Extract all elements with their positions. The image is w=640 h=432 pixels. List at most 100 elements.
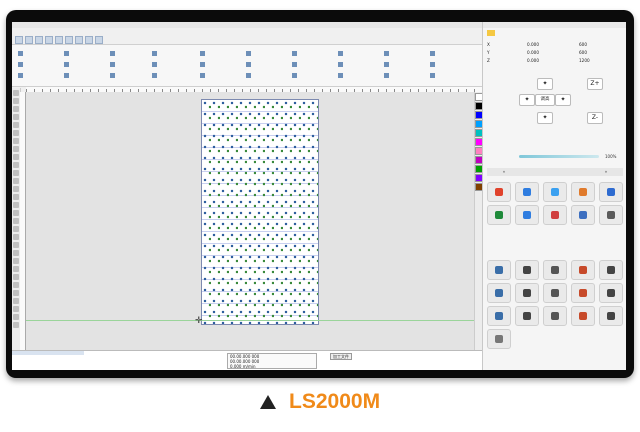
work-sheet-pattern[interactable] — [201, 99, 319, 325]
ribbon-tool-20[interactable] — [292, 62, 297, 67]
machine-button-6[interactable] — [487, 283, 511, 303]
machine-button-11[interactable] — [487, 306, 511, 326]
ribbon-tool-25[interactable] — [384, 51, 389, 56]
process-file-button[interactable]: 加工文件 — [330, 353, 352, 360]
tool-icon[interactable] — [13, 138, 19, 144]
ribbon-tool-12[interactable] — [152, 73, 157, 78]
zoom-icon[interactable] — [85, 35, 93, 44]
tool-icon[interactable] — [13, 242, 19, 248]
action-button-3[interactable] — [543, 182, 567, 202]
machine-button-13[interactable] — [543, 306, 567, 326]
tool-icon[interactable] — [13, 322, 19, 328]
tool-icon[interactable] — [13, 130, 19, 136]
jog-center-button[interactable]: 调高 — [535, 94, 555, 106]
jog-up-button[interactable]: ✦ — [537, 78, 553, 90]
tool-icon[interactable] — [13, 314, 19, 320]
ribbon-tool-6[interactable] — [64, 73, 69, 78]
tool-icon[interactable] — [13, 266, 19, 272]
tool-icon[interactable] — [13, 258, 19, 264]
tool-icon[interactable] — [13, 202, 19, 208]
tool-icon[interactable] — [13, 306, 19, 312]
jog-right-button[interactable]: ✦ — [555, 94, 571, 106]
machine-button-1[interactable] — [487, 260, 511, 280]
ribbon-tool-23[interactable] — [338, 62, 343, 67]
sub-tab-1[interactable] — [521, 168, 555, 176]
action-button-10[interactable] — [599, 205, 623, 225]
ribbon-tool-13[interactable] — [200, 51, 205, 56]
ribbon-tool-3[interactable] — [18, 73, 23, 78]
ribbon-tool-26[interactable] — [384, 62, 389, 67]
machine-button-2[interactable] — [515, 260, 539, 280]
tool-icon[interactable] — [13, 178, 19, 184]
tool-icon[interactable] — [13, 210, 19, 216]
machine-button-4[interactable] — [571, 260, 595, 280]
action-button-9[interactable] — [571, 205, 595, 225]
menu-bar[interactable] — [12, 28, 482, 35]
drawing-canvas[interactable]: ✛ — [26, 92, 474, 350]
tool-icon[interactable] — [13, 290, 19, 296]
tool-icon[interactable] — [13, 298, 19, 304]
panel-tabs[interactable] — [487, 30, 623, 36]
tool-icon[interactable] — [13, 170, 19, 176]
tool-icon[interactable] — [13, 154, 19, 160]
ribbon-tool-27[interactable] — [384, 73, 389, 78]
machine-button-14[interactable] — [571, 306, 595, 326]
machine-button-16[interactable] — [487, 329, 511, 349]
ribbon-tool-11[interactable] — [152, 62, 157, 67]
ribbon-tool-1[interactable] — [18, 51, 23, 56]
speed-slider[interactable] — [519, 155, 599, 158]
tool-icon[interactable] — [13, 234, 19, 240]
ribbon-tool-2[interactable] — [18, 62, 23, 67]
tool-icon[interactable] — [13, 282, 19, 288]
action-button-1[interactable] — [487, 182, 511, 202]
ribbon-tool-5[interactable] — [64, 62, 69, 67]
machine-button-10[interactable] — [599, 283, 623, 303]
tool-icon[interactable] — [13, 114, 19, 120]
machine-button-8[interactable] — [543, 283, 567, 303]
ribbon-tool-24[interactable] — [338, 73, 343, 78]
sub-tab-2[interactable] — [555, 168, 589, 176]
action-button-2[interactable] — [515, 182, 539, 202]
import-icon[interactable] — [45, 35, 53, 44]
ribbon-tool-7[interactable] — [110, 51, 115, 56]
jog-left-button[interactable]: ✦ — [519, 94, 535, 106]
machine-button-15[interactable] — [599, 306, 623, 326]
action-button-5[interactable] — [599, 182, 623, 202]
sub-tabs[interactable]: « » — [487, 168, 623, 176]
ribbon-tool-17[interactable] — [246, 62, 251, 67]
machine-button-7[interactable] — [515, 283, 539, 303]
tool-icon[interactable] — [13, 194, 19, 200]
log-tab[interactable] — [12, 351, 84, 355]
sub-tab-prev[interactable]: « — [487, 168, 521, 176]
machine-button-12[interactable] — [515, 306, 539, 326]
tool-icon[interactable] — [13, 218, 19, 224]
export-icon[interactable] — [55, 35, 63, 44]
undo-icon[interactable] — [65, 35, 73, 44]
ribbon-tool-15[interactable] — [200, 73, 205, 78]
new-file-icon[interactable] — [15, 35, 23, 44]
tab-active[interactable] — [487, 30, 495, 36]
machine-button-5[interactable] — [599, 260, 623, 280]
ribbon-tool-29[interactable] — [430, 62, 435, 67]
ribbon-tool-10[interactable] — [152, 51, 157, 56]
select-icon[interactable] — [95, 35, 103, 44]
ribbon-tool-8[interactable] — [110, 62, 115, 67]
tool-icon[interactable] — [13, 90, 19, 96]
jog-down-button[interactable]: ✦ — [537, 112, 553, 124]
action-button-6[interactable] — [487, 205, 511, 225]
tool-icon[interactable] — [13, 250, 19, 256]
tool-icon[interactable] — [13, 122, 19, 128]
z-up-button[interactable]: Z+ — [587, 78, 603, 90]
ribbon-tool-14[interactable] — [200, 62, 205, 67]
tool-icon[interactable] — [13, 162, 19, 168]
tool-icon[interactable] — [13, 106, 19, 112]
ribbon-tool-19[interactable] — [292, 51, 297, 56]
tool-icon[interactable] — [13, 98, 19, 104]
sub-tab-next[interactable]: » — [589, 168, 623, 176]
ribbon-tool-21[interactable] — [292, 73, 297, 78]
redo-icon[interactable] — [75, 35, 83, 44]
z-down-button[interactable]: Z- — [587, 112, 603, 124]
ribbon-tool-30[interactable] — [430, 73, 435, 78]
tool-icon[interactable] — [13, 186, 19, 192]
action-button-7[interactable] — [515, 205, 539, 225]
